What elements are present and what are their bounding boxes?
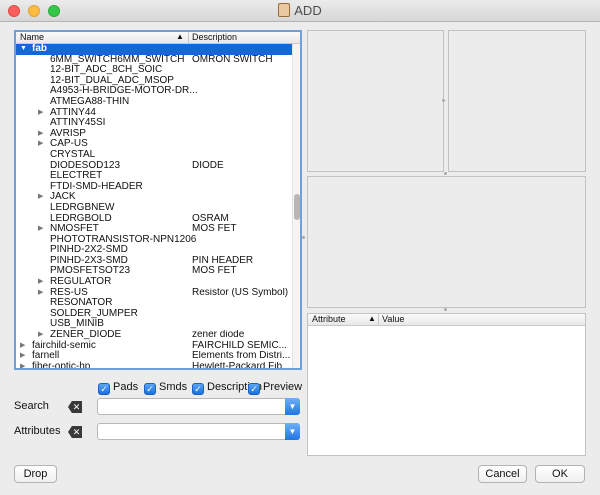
window-title: ADD (294, 3, 322, 18)
app-document-icon (278, 3, 291, 17)
search-label: Search (14, 400, 49, 412)
disclosure-closed-icon[interactable]: ▶ (38, 129, 43, 140)
tree-row-description: MOS FET (192, 266, 237, 277)
chevron-down-icon[interactable]: ▼ (285, 423, 300, 440)
tree-row-description: Resistor (US Symbol) (192, 287, 289, 298)
tree-row[interactable]: LEDRGBNEW (16, 201, 292, 214)
tree-row-description: OMRON SWITCH (192, 54, 273, 65)
disclosure-closed-icon[interactable]: ▶ (38, 277, 43, 288)
splitter-handle-icon[interactable] (302, 236, 305, 239)
attribute-column-header[interactable]: Attribute (312, 314, 346, 324)
splitter-handle-icon[interactable] (442, 99, 445, 102)
title-bar: ADD (0, 0, 600, 22)
attribute-table[interactable]: Attribute ▲ Value (307, 313, 586, 456)
preview-checkbox[interactable]: ✓ Preview (248, 380, 303, 395)
disclosure-closed-icon[interactable]: ▶ (20, 341, 25, 352)
disclosure-closed-icon[interactable]: ▶ (38, 224, 43, 235)
checkmark-icon: ✓ (144, 383, 156, 395)
tree-scrollbar[interactable] (292, 44, 300, 368)
checkmark-icon: ✓ (248, 383, 260, 395)
sort-ascending-icon: ▲ (176, 32, 184, 41)
disclosure-closed-icon[interactable]: ▶ (20, 362, 25, 368)
tree-row-description: Elements from Distri... (192, 351, 291, 362)
cancel-button[interactable]: Cancel (478, 465, 527, 483)
attributes-combo[interactable]: ▼ (97, 423, 300, 440)
splitter-handle-icon[interactable] (444, 308, 447, 311)
tree-scrollbar-thumb[interactable] (294, 194, 300, 220)
tree-row[interactable]: ATMEGA88-THIN (16, 95, 292, 108)
tree-row-description: MOS FET (192, 224, 237, 235)
column-divider[interactable] (378, 314, 379, 325)
description-column-header[interactable]: Description (192, 32, 237, 42)
pads-checkbox[interactable]: ✓ Pads (98, 380, 139, 395)
tree-row-description: Hewlett-Packard Fib... (192, 361, 291, 370)
tree-row[interactable]: ▶ fiber-optic-hp Hewlett-Packard Fib... (16, 360, 292, 370)
disclosure-closed-icon[interactable]: ▶ (38, 192, 43, 203)
attributes-label: Attributes (14, 425, 61, 437)
tree-row-description: zener diode (192, 330, 245, 341)
clear-attributes-icon[interactable]: ✕ (68, 426, 82, 438)
tree-rows: ▼ fab 6MM_SWITCH6MM_SWITCH OMRON SWITCH 12-B… (16, 43, 292, 370)
tree-row-name: ATMEGA88-THIN (50, 95, 130, 107)
search-combo[interactable]: ▼ (97, 398, 300, 415)
device-preview-pane (307, 176, 586, 308)
ok-button[interactable]: OK (535, 465, 585, 483)
value-column-header[interactable]: Value (382, 314, 404, 324)
pads-label: Pads (113, 381, 139, 393)
sort-ascending-icon: ▲ (368, 314, 376, 323)
disclosure-closed-icon[interactable]: ▶ (38, 139, 43, 150)
name-column-header[interactable]: Name (20, 32, 44, 42)
clear-search-icon[interactable]: ✕ (68, 401, 82, 413)
library-tree[interactable]: Name ▲ Description ▼ fab 6MM_SWITCH6MM_SWI… (14, 30, 302, 370)
disclosure-closed-icon[interactable]: ▶ (20, 351, 25, 362)
disclosure-open-icon[interactable]: ▼ (20, 44, 27, 55)
drop-button[interactable]: Drop (14, 465, 57, 483)
splitter-handle-icon[interactable] (444, 172, 447, 175)
tree-header: Name ▲ Description (16, 32, 300, 44)
tree-row[interactable]: ▼ fab (16, 43, 292, 55)
disclosure-closed-icon[interactable]: ▶ (38, 288, 43, 299)
symbol-preview-pane (307, 30, 445, 172)
checkmark-icon: ✓ (98, 383, 110, 395)
tree-row-name: fab (32, 43, 47, 54)
tree-row-description: FAIRCHILD SEMIC... (192, 340, 288, 351)
chevron-down-icon[interactable]: ▼ (285, 398, 300, 415)
checkmark-icon: ✓ (192, 383, 204, 395)
window-title-area: ADD (0, 3, 600, 18)
tree-row-name: fiber-optic-hp (32, 360, 91, 370)
smds-checkbox[interactable]: ✓ Smds (144, 380, 188, 395)
preview-label: Preview (263, 381, 303, 393)
attribute-table-header: Attribute ▲ Value (308, 314, 585, 326)
tree-row-description: PIN HEADER (192, 255, 254, 266)
tree-row-name: CRYSTAL (50, 148, 96, 160)
tree-row-description: OSRAM (192, 213, 229, 224)
tree-row-description: DIODE (192, 160, 224, 171)
tree-row-name: LEDRGBNEW (50, 201, 115, 213)
package-preview-pane (448, 30, 586, 172)
tree-row[interactable]: CRYSTAL (16, 148, 292, 161)
disclosure-closed-icon[interactable]: ▶ (38, 108, 43, 119)
column-divider[interactable] (188, 32, 189, 43)
smds-label: Smds (159, 381, 188, 393)
